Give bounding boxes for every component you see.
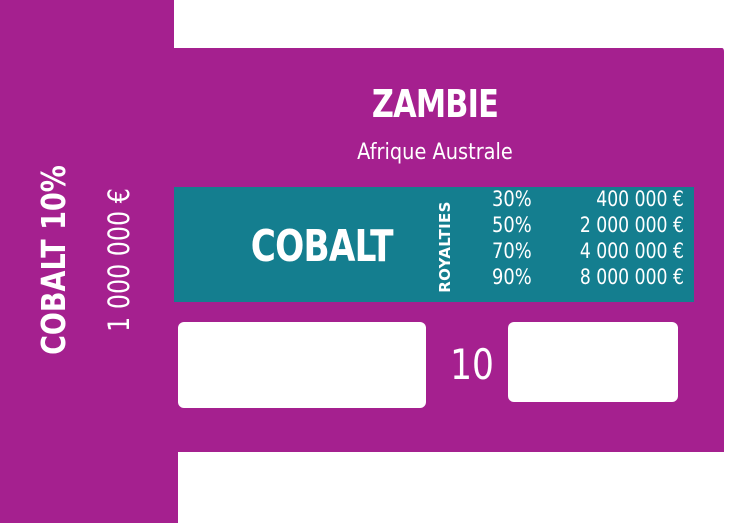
royalty-amount: 2 000 000 € <box>579 213 684 237</box>
royalty-amount: 400 000 € <box>596 187 684 211</box>
resource-name: COBALT <box>250 221 394 272</box>
side-amount: 1 000 000 € <box>102 188 136 332</box>
royalty-row: 70% 4 000 000 € <box>492 239 692 263</box>
royalty-percent: 50% <box>492 213 532 237</box>
royalties-label: ROYALTIES <box>436 201 454 293</box>
side-resource-percent: COBALT 10% <box>34 165 73 355</box>
royalty-row: 30% 400 000 € <box>492 187 692 211</box>
royalty-row: 50% 2 000 000 € <box>492 213 692 237</box>
resource-band: COBALT ROYALTIES 30% 400 000 € 50% 2 000… <box>174 187 694 302</box>
side-tab-text: COBALT 10% 1 000 000 € <box>24 130 154 390</box>
region-name: Afrique Australe <box>357 140 513 165</box>
royalty-percent: 70% <box>492 239 532 263</box>
royalty-amount: 8 000 000 € <box>579 265 684 289</box>
royalty-percent: 30% <box>492 187 532 211</box>
right-cutout-slot <box>508 322 678 402</box>
left-cutout-slot <box>178 322 426 408</box>
royalty-amount: 4 000 000 € <box>579 239 684 263</box>
royalty-percent: 90% <box>492 265 532 289</box>
card-number: 10 <box>450 340 494 389</box>
country-name: ZAMBIE <box>371 82 499 126</box>
royalty-row: 90% 8 000 000 € <box>492 265 692 289</box>
